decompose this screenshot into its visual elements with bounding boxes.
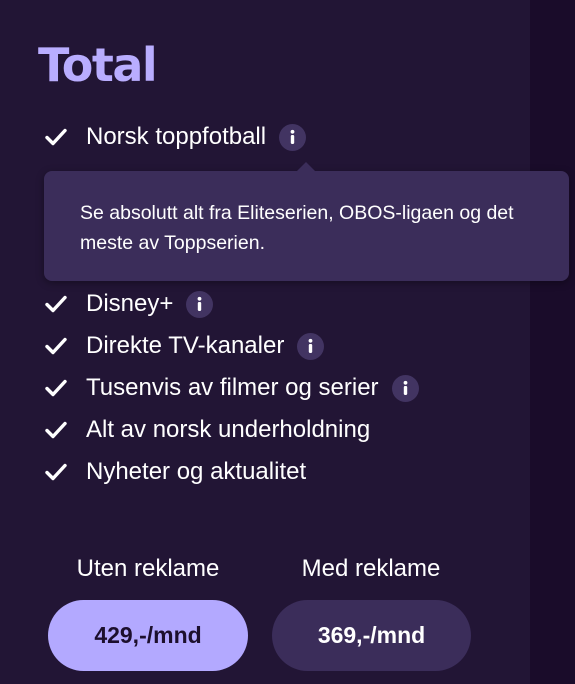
feature-label: Disney+ bbox=[86, 290, 174, 317]
feature-item-direkte-tv-kanaler: Direkte TV-kanaler bbox=[44, 330, 325, 362]
feature-item-norsk-toppfotball: Norsk toppfotball bbox=[44, 121, 307, 153]
feature-label: Tusenvis av filmer og serier bbox=[86, 374, 379, 401]
price-button-med-reklame[interactable]: 369,-/mnd bbox=[272, 600, 471, 671]
feature-label: Nyheter og aktualitet bbox=[86, 458, 307, 485]
feature-label: Alt av norsk underholdning bbox=[86, 416, 371, 443]
info-icon[interactable] bbox=[186, 290, 214, 318]
info-icon[interactable] bbox=[391, 374, 419, 402]
tooltip-text: Se absolutt alt fra Eliteserien, OBOS-li… bbox=[80, 202, 514, 254]
feature-item-nyheter: Nyheter og aktualitet bbox=[44, 456, 306, 488]
feature-item-norsk-underholdning: Alt av norsk underholdning bbox=[44, 414, 370, 446]
info-tooltip: Se absolutt alt fra Eliteserien, OBOS-li… bbox=[44, 162, 569, 281]
info-icon[interactable] bbox=[297, 332, 325, 360]
check-icon bbox=[44, 334, 68, 358]
page: Total Norsk toppfotball Disney+ Direkte … bbox=[0, 0, 575, 684]
feature-label: Norsk toppfotball bbox=[86, 123, 267, 150]
tooltip-arrow bbox=[296, 162, 316, 172]
package-title: Total bbox=[38, 38, 158, 92]
check-icon bbox=[44, 376, 68, 400]
check-icon bbox=[44, 460, 68, 484]
check-icon bbox=[44, 292, 68, 316]
price-button-uten-reklame[interactable]: 429,-/mnd bbox=[48, 600, 248, 671]
check-icon bbox=[44, 125, 68, 149]
check-icon bbox=[44, 418, 68, 442]
background-strip bbox=[530, 0, 575, 684]
package-card: Total Norsk toppfotball Disney+ Direkte … bbox=[0, 0, 530, 684]
plan-label-uten-reklame: Uten reklame bbox=[76, 555, 220, 582]
feature-label: Direkte TV-kanaler bbox=[86, 332, 285, 359]
feature-item-filmer-og-serier: Tusenvis av filmer og serier bbox=[44, 372, 419, 404]
info-icon[interactable] bbox=[279, 123, 307, 151]
plan-label-med-reklame: Med reklame bbox=[301, 555, 441, 582]
feature-item-disney: Disney+ bbox=[44, 288, 214, 320]
